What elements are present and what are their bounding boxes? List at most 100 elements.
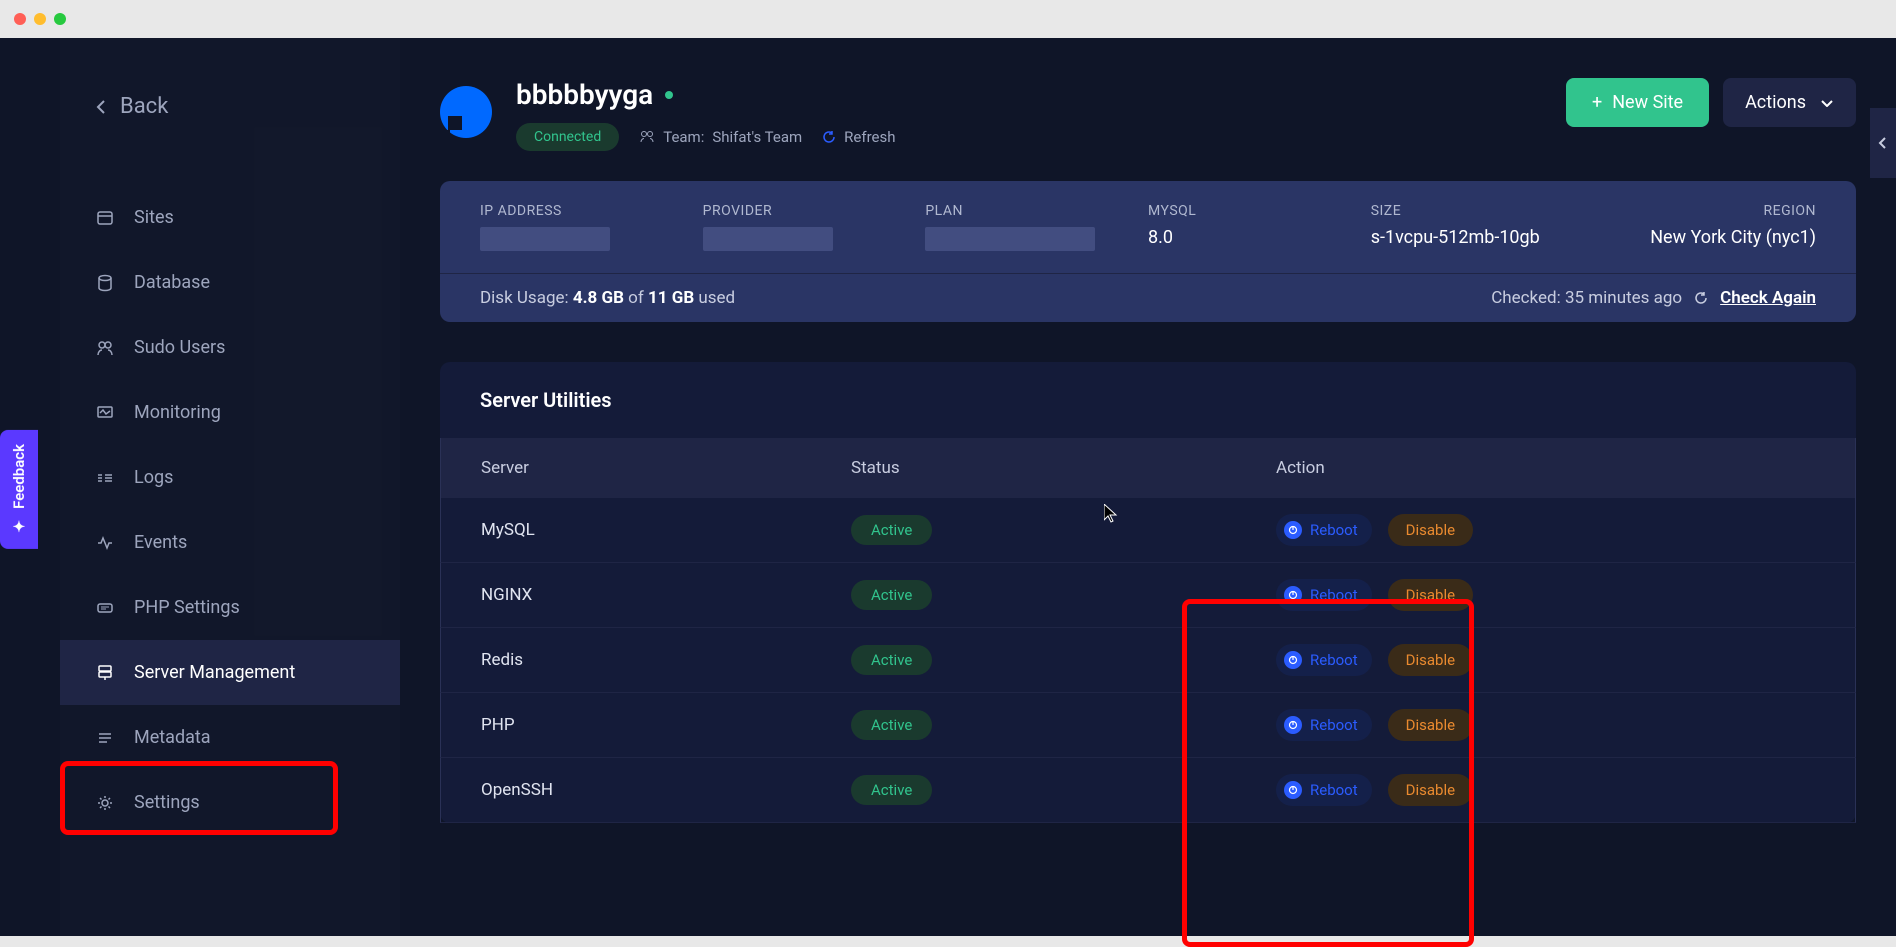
region-label: REGION [1593,203,1816,219]
region-value: New York City (nyc1) [1593,227,1816,248]
refresh-icon [1694,291,1708,305]
power-icon [1284,586,1302,604]
sidebar-item-server-management[interactable]: Server Management [60,640,400,705]
plan-value-redacted [925,227,1095,251]
metadata-icon [96,729,114,747]
chevron-left-icon [96,99,106,115]
reboot-button[interactable]: Reboot [1276,709,1372,741]
sidebar-item-sites[interactable]: Sites [60,185,400,250]
sidebar-item-sudo-users[interactable]: Sudo Users [60,315,400,380]
status-badge: Active [851,775,932,805]
monitoring-icon [96,404,114,422]
table-row: Redis Active Reboot Disable [440,628,1856,693]
reboot-button[interactable]: Reboot [1276,644,1372,676]
sidebar-item-php-settings[interactable]: PHP Settings [60,575,400,640]
status-badge: Active [851,645,932,675]
server-name: MySQL [481,520,851,540]
events-icon [96,534,114,552]
col-server-header: Server [481,458,851,478]
sites-icon [96,209,114,227]
actions-dropdown[interactable]: Actions [1723,78,1856,127]
server-name: OpenSSH [481,780,851,800]
team-icon [639,129,655,145]
sidebar-item-label: PHP Settings [134,597,240,618]
main-content: bbbbbyyga Connected Team: Shifat's Team [400,38,1896,936]
gear-icon [96,794,114,812]
sidebar: Back Sites Database [60,38,400,936]
new-site-button[interactable]: + New Site [1566,78,1709,127]
server-name: NGINX [481,585,851,605]
plan-label: PLAN [925,203,1148,219]
close-window-button[interactable] [14,13,26,25]
database-icon [96,274,114,292]
sidebar-item-label: Sites [134,207,174,228]
sidebar-item-label: Metadata [134,727,211,748]
team-info[interactable]: Team: Shifat's Team [639,128,802,146]
provider-logo [440,86,492,138]
maximize-window-button[interactable] [54,13,66,25]
sidebar-item-label: Logs [134,467,173,488]
power-icon [1284,716,1302,734]
title-bar [0,0,1896,38]
table-row: OpenSSH Active Reboot Disable [440,758,1856,823]
power-icon [1284,521,1302,539]
status-badge: Active [851,515,932,545]
mysql-label: MYSQL [1148,203,1371,219]
feedback-tab[interactable]: ✦ Feedback [0,430,38,549]
back-button[interactable]: Back [60,78,400,135]
utilities-title: Server Utilities [440,362,1856,438]
table-header: Server Status Action [440,438,1856,498]
reboot-button[interactable]: Reboot [1276,774,1372,806]
sidebar-item-database[interactable]: Database [60,250,400,315]
checked-time-text: Checked: 35 minutes ago [1491,288,1682,308]
table-row: NGINX Active Reboot Disable [440,563,1856,628]
status-dot-icon [665,91,673,99]
reboot-button[interactable]: Reboot [1276,514,1372,546]
table-row: PHP Active Reboot Disable [440,693,1856,758]
sidebar-item-logs[interactable]: Logs [60,445,400,510]
ip-label: IP ADDRESS [480,203,703,219]
sidebar-item-settings[interactable]: Settings [60,770,400,835]
table-row: MySQL Active Reboot Disable [440,498,1856,563]
disable-button[interactable]: Disable [1388,709,1473,741]
sidebar-item-label: Monitoring [134,402,221,423]
disable-button[interactable]: Disable [1388,644,1473,676]
refresh-button[interactable]: Refresh [822,128,895,146]
server-utilities-panel: Server Utilities Server Status Action My… [440,362,1856,823]
sidebar-item-label: Database [134,272,210,293]
check-again-button[interactable]: Check Again [1720,288,1816,308]
feedback-label: Feedback [10,444,28,509]
server-icon [96,664,114,682]
disable-button[interactable]: Disable [1388,514,1473,546]
sidebar-item-label: Settings [134,792,200,813]
status-badge: Active [851,710,932,740]
plus-icon: + [1592,92,1602,113]
collapse-panel-button[interactable] [1870,108,1896,178]
server-info-bar: IP ADDRESS PROVIDER PLAN MYSQL 8.0 SIZE [440,181,1856,273]
provider-value-redacted [703,227,833,251]
sparkle-icon: ✦ [10,517,28,535]
sidebar-item-events[interactable]: Events [60,510,400,575]
disable-button[interactable]: Disable [1388,774,1473,806]
power-icon [1284,651,1302,669]
php-icon [96,599,114,617]
sidebar-item-label: Sudo Users [134,337,225,358]
chevron-left-icon [1878,136,1888,150]
disable-button[interactable]: Disable [1388,579,1473,611]
ip-value-redacted [480,227,610,251]
size-value: s-1vcpu-512mb-10gb [1371,227,1594,248]
chevron-down-icon [1820,99,1834,107]
logs-icon [96,469,114,487]
sidebar-item-metadata[interactable]: Metadata [60,705,400,770]
back-label: Back [120,94,168,119]
connected-badge: Connected [516,123,619,151]
minimize-window-button[interactable] [34,13,46,25]
sidebar-item-label: Server Management [134,662,295,683]
sidebar-item-monitoring[interactable]: Monitoring [60,380,400,445]
reboot-button[interactable]: Reboot [1276,579,1372,611]
refresh-icon [822,130,836,144]
server-name: PHP [481,715,851,735]
server-title: bbbbbyyga [516,78,895,111]
power-icon [1284,781,1302,799]
provider-label: PROVIDER [703,203,926,219]
